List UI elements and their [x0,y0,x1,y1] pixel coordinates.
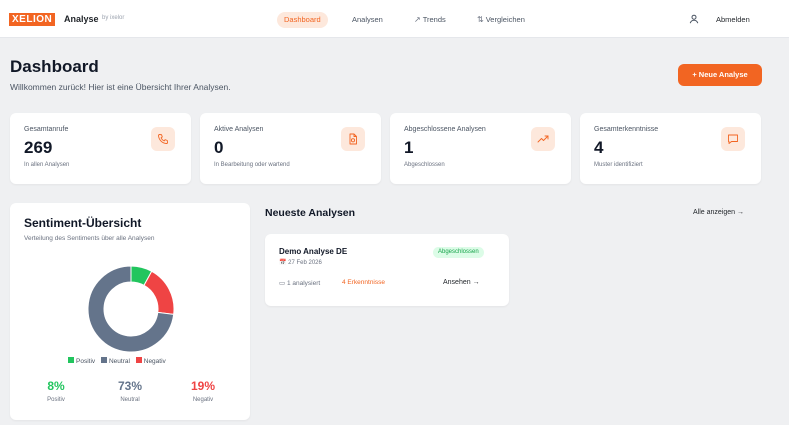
stat-label: Abgeschlossene Analysen [404,126,486,133]
stat-value: 269 [24,138,53,157]
stat-value: 1 [404,138,414,157]
document-icon [341,127,365,151]
nav-trends-label: Trends [422,15,446,24]
latest-analyses-title: Neueste Analysen [265,207,356,219]
analysis-analyzed-text: 1 analysiert [286,280,321,287]
legend-label: Positiv [76,357,96,365]
analysis-date: 📅 27 Feb 2026 [279,259,322,266]
compare-arrows-icon: ⇅ [477,15,484,24]
view-analysis-link[interactable]: Ansehen → [443,279,480,286]
user-icon[interactable] [689,14,699,24]
sentiment-card: Sentiment-Übersicht Verteilung des Senti… [10,203,250,420]
brand-name: Analyse [64,14,99,24]
new-analysis-button[interactable]: + Neue Analyse [678,64,762,86]
top-navigation: XELION Analyse by ixelor Dashboard Analy… [0,0,789,38]
page-title: Dashboard [10,57,99,76]
legend-item-neutral: Neutral [100,357,130,365]
status-badge: Abgeschlossen [433,247,484,258]
stat-value: 4 [594,138,604,157]
stat-card-active: Aktive Analysen 0 In Bearbeitung oder wa… [200,113,381,184]
nav-dashboard-label: Dashboard [284,15,321,24]
percent-label-neutral: Neutral [120,397,140,403]
percent-neutral: 73% [117,379,143,393]
nav-trends[interactable]: ↗ Trends [414,12,446,28]
stat-description: Abgeschlossen [404,162,445,168]
sentiment-title: Sentiment-Übersicht [24,216,142,230]
stat-value: 0 [214,138,224,157]
show-all-link[interactable]: Alle anzeigen → [693,209,744,216]
trending-up-icon [531,127,555,151]
logout-button[interactable]: Abmelden [716,12,750,28]
percent-label-negativ: Negativ [192,397,214,403]
analysis-analyzed: ▭ 1 analysiert [279,279,320,287]
stat-label: Gesamterkenntnisse [594,126,659,133]
nav-vergleichen[interactable]: ⇅ Vergleichen [477,12,525,28]
analysis-card[interactable]: Demo Analyse DE 📅 27 Feb 2026 Abgeschlos… [265,234,509,306]
percent-negativ: 19% [190,379,216,393]
sentiment-subtitle: Verteilung des Sentiments über alle Anal… [24,235,155,242]
message-icon [721,127,745,151]
stat-label: Gesamtanrufe [24,126,69,133]
legend-swatch-negativ [135,357,142,363]
nav-analysen[interactable]: Analysen [352,12,383,28]
sentiment-donut-chart [87,265,175,353]
document-icon: ▭ [279,280,286,287]
nav-vergleichen-label: Vergleichen [485,15,525,24]
stat-card-calls: Gesamtanrufe 269 In allen Analysen [10,113,191,184]
stat-card-completed: Abgeschlossene Analysen 1 Abgeschlossen [390,113,571,184]
phone-icon [151,127,175,151]
stat-card-insights: Gesamterkenntnisse 4 Muster identifizier… [580,113,761,184]
brand-byline: by ixelor [102,15,125,21]
percent-positiv: 8% [47,379,65,393]
donut-segment-negativ [143,270,175,315]
trending-up-icon: ↗ [414,15,421,24]
legend-label: Negativ [143,357,166,365]
legend-swatch-neutral [100,357,107,363]
analysis-findings: 4 Erkenntnisse [342,279,385,286]
nav-dashboard[interactable]: Dashboard [277,12,328,28]
analysis-name: Demo Analyse DE [279,247,348,256]
stat-description: In Bearbeitung oder wartend [214,162,290,168]
calendar-icon: 📅 [279,260,287,266]
sentiment-legend: Positiv Neutral Negativ [68,357,170,365]
brand-logo[interactable]: XELION [9,13,56,26]
stat-description: In allen Analysen [24,162,70,168]
page-subtitle: Willkommen zurück! Hier ist eine Übersic… [10,82,231,92]
stat-label: Aktive Analysen [214,126,264,133]
analysis-date-text: 27 Feb 2026 [288,260,322,266]
legend-label: Neutral [108,357,130,365]
legend-item-negativ: Negativ [135,357,166,365]
nav-analysen-label: Analysen [352,15,383,24]
legend-swatch-positiv [68,357,74,363]
legend-item-positiv: Positiv [68,357,96,365]
stat-description: Muster identifiziert [594,162,643,168]
percent-label-positiv: Positiv [47,397,65,403]
